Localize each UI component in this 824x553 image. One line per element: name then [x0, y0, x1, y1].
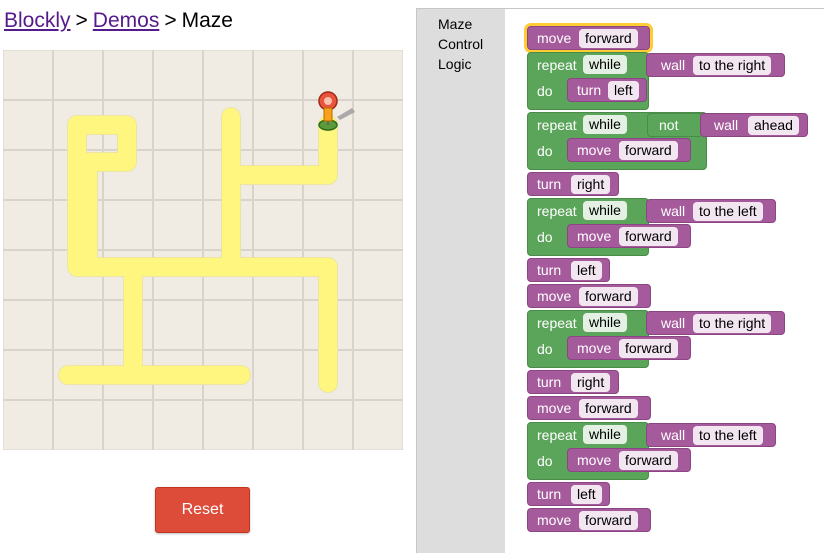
block-label: move [537, 288, 572, 304]
block-move-forward[interactable]: move forward [527, 284, 651, 308]
dropdown-direction[interactable]: forward [579, 399, 638, 418]
block-wall-check[interactable]: wall to the left [646, 199, 776, 223]
block-turn-left[interactable]: turn left [567, 78, 647, 102]
block-label-do: do [537, 229, 553, 245]
block-label: wall [714, 117, 739, 133]
dropdown-direction[interactable]: forward [579, 511, 638, 530]
toolbox-category-maze[interactable]: Maze [438, 16, 472, 32]
block-label: repeat [537, 427, 577, 443]
dropdown-loop-mode[interactable]: while [583, 201, 627, 220]
dropdown-wall-direction[interactable]: to the right [693, 56, 772, 75]
dropdown-turn-direction[interactable]: left [608, 81, 639, 100]
dropdown-direction[interactable]: forward [619, 451, 678, 470]
breadcrumb-separator: > [75, 9, 88, 32]
toolbox-category-logic[interactable]: Logic [438, 56, 471, 72]
block-turn-left[interactable]: turn left [527, 482, 610, 506]
block-label: move [577, 340, 612, 356]
breadcrumb-current-page: Maze [181, 9, 233, 32]
block-label-do: do [537, 143, 553, 159]
block-label: repeat [537, 315, 577, 331]
toolbox: Maze Control Logic [417, 9, 505, 553]
maze-display [3, 50, 403, 450]
block-label: turn [537, 262, 562, 278]
block-label: repeat [537, 117, 577, 133]
block-label: wall [661, 427, 686, 443]
block-move-forward[interactable]: move forward [567, 138, 691, 162]
dropdown-direction[interactable]: forward [619, 339, 678, 358]
block-wall-check[interactable]: wall to the left [646, 423, 776, 447]
block-move-forward[interactable]: move forward [527, 26, 650, 50]
block-logic-not[interactable]: not [647, 113, 703, 137]
block-move-forward[interactable]: move forward [527, 396, 651, 420]
block-label: repeat [537, 203, 577, 219]
dropdown-loop-mode[interactable]: while [583, 55, 627, 74]
block-wall-check[interactable]: wall ahead [700, 113, 808, 137]
block-label: move [537, 512, 572, 528]
dropdown-turn-direction[interactable]: right [571, 373, 611, 392]
dropdown-wall-direction[interactable]: ahead [748, 116, 799, 135]
block-label: not [659, 117, 679, 133]
breadcrumb-link-demos[interactable]: Demos [93, 9, 160, 32]
block-label: repeat [537, 57, 577, 73]
dropdown-direction[interactable]: forward [579, 287, 638, 306]
block-label-do: do [537, 83, 553, 99]
block-label: turn [577, 82, 602, 98]
dropdown-turn-direction[interactable]: left [571, 261, 602, 280]
block-move-forward[interactable]: move forward [527, 508, 651, 532]
dropdown-wall-direction[interactable]: to the left [693, 426, 763, 445]
block-label: move [537, 30, 572, 46]
block-move-forward[interactable]: move forward [567, 448, 691, 472]
block-label-do: do [537, 453, 553, 469]
dropdown-turn-direction[interactable]: left [571, 485, 602, 504]
block-label: wall [661, 57, 686, 73]
block-turn-left[interactable]: turn left [527, 258, 610, 282]
block-turn-right[interactable]: turn right [527, 172, 619, 196]
block-label: turn [537, 176, 562, 192]
dropdown-direction[interactable]: forward [619, 227, 678, 246]
block-label: turn [537, 486, 562, 502]
dropdown-direction[interactable]: forward [619, 141, 678, 160]
block-turn-right[interactable]: turn right [527, 370, 619, 394]
dropdown-loop-mode[interactable]: while [583, 425, 627, 444]
block-label: move [577, 452, 612, 468]
dropdown-loop-mode[interactable]: while [583, 115, 627, 134]
block-move-forward[interactable]: move forward [567, 224, 691, 248]
block-move-forward[interactable]: move forward [567, 336, 691, 360]
breadcrumb-link-blockly[interactable]: Blockly [4, 9, 71, 32]
block-label: move [577, 228, 612, 244]
block-label: move [577, 142, 612, 158]
dropdown-wall-direction[interactable]: to the right [693, 314, 772, 333]
breadcrumb-separator: > [164, 9, 177, 32]
block-label: wall [661, 315, 686, 331]
breadcrumb: Blockly > Demos > Maze [4, 9, 233, 33]
block-label: turn [537, 374, 562, 390]
toolbox-category-control[interactable]: Control [438, 36, 483, 52]
dropdown-direction[interactable]: forward [579, 29, 638, 48]
block-label-do: do [537, 341, 553, 357]
block-wall-check[interactable]: wall to the right [646, 53, 785, 77]
blockly-workspace[interactable]: Maze Control Logic move forward repeat w… [416, 8, 824, 553]
dropdown-turn-direction[interactable]: right [571, 175, 611, 194]
dropdown-wall-direction[interactable]: to the left [693, 202, 763, 221]
block-label: wall [661, 203, 686, 219]
block-wall-check[interactable]: wall to the right [646, 311, 785, 335]
block-label: move [537, 400, 572, 416]
reset-button[interactable]: Reset [155, 487, 250, 533]
dropdown-loop-mode[interactable]: while [583, 313, 627, 332]
